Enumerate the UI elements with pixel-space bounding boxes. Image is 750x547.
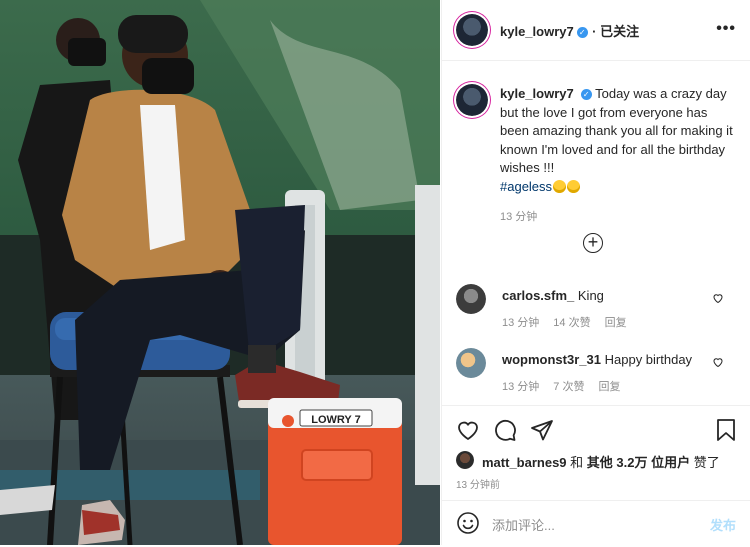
post-timestamp: 13 分钟前 — [456, 480, 500, 491]
post-actions: matt_barnes9 和 其他 3.2万 位用户 赞了 13 分钟前 添加评… — [442, 405, 750, 546]
add-comment-bar: 添加评论... 发布 — [442, 500, 750, 547]
post-comment-button[interactable]: 发布 — [710, 515, 736, 534]
comment-body: wopmonst3r_31 Happy birthday — [502, 352, 712, 367]
post-photo[interactable]: LOWRY 7 — [0, 0, 440, 545]
instagram-post: LOWRY 7 kyle_lowry7 ✓ · 已关注 ••• kyle_lowr… — [0, 0, 750, 545]
liker-username[interactable]: matt_barnes9 — [482, 455, 567, 470]
author-avatar[interactable] — [456, 14, 488, 46]
post-header: kyle_lowry7 ✓ · 已关注 ••• — [442, 0, 750, 61]
comment-bubble-icon[interactable] — [493, 418, 517, 442]
comment-like-heart-icon[interactable] — [712, 356, 724, 368]
likes-connector: 和 — [566, 455, 587, 470]
comment-meta: 13 分钟 14 次赞 回复 — [502, 314, 641, 330]
post-caption: kyle_lowry7 ✓ Today was a crazy day but t… — [500, 85, 738, 227]
liker-avatar[interactable] — [456, 451, 474, 469]
comment-body: carlos.sfm_ King — [502, 288, 712, 303]
follow-status-button[interactable]: · 已关注 — [592, 24, 639, 39]
photo-illustration: LOWRY 7 — [0, 0, 440, 545]
commenter-avatar[interactable] — [456, 348, 486, 378]
comment-time: 13 分钟 — [502, 381, 540, 393]
save-bookmark-icon[interactable] — [715, 418, 737, 442]
likes-suffix: 赞了 — [690, 455, 720, 470]
comment-time: 13 分钟 — [502, 317, 540, 329]
caption-timestamp: 13 分钟 — [500, 211, 538, 223]
comment-text: Happy birthday — [604, 352, 693, 367]
hashtag-link[interactable]: #ageless — [500, 179, 552, 194]
post-sidebar: kyle_lowry7 ✓ · 已关注 ••• kyle_lowry7 ✓ Toda… — [441, 0, 750, 545]
comment-item: wopmonst3r_31 Happy birthday 13 分钟 7 次赞 回复 — [442, 348, 750, 408]
share-paper-plane-icon[interactable] — [530, 418, 554, 442]
author-line: kyle_lowry7 ✓ · 已关注 — [500, 21, 639, 41]
load-more-comments-icon[interactable]: + — [583, 233, 603, 253]
caption-username[interactable]: kyle_lowry7 — [500, 86, 574, 101]
commenter-avatar[interactable] — [456, 284, 486, 314]
add-comment-input[interactable]: 添加评论... — [492, 515, 555, 534]
likes-summary: matt_barnes9 和 其他 3.2万 位用户 赞了 — [482, 452, 720, 471]
comment-meta: 13 分钟 7 次赞 回复 — [502, 378, 634, 394]
like-heart-icon[interactable] — [456, 418, 480, 442]
emoji-smiley-icon[interactable] — [456, 511, 480, 535]
author-username[interactable]: kyle_lowry7 — [500, 24, 574, 39]
comment-likes-link[interactable]: 14 次赞 — [553, 317, 590, 329]
verified-badge-icon: ✓ — [576, 27, 588, 38]
likes-count-link[interactable]: 其他 3.2万 位用户 — [587, 455, 690, 470]
comment-text: King — [577, 288, 604, 303]
caption-avatar[interactable] — [456, 84, 488, 116]
verified-badge-icon: ✓ — [580, 89, 592, 100]
grin-sweat-emoji-icon — [553, 179, 567, 193]
comment-reply-button[interactable]: 回复 — [598, 381, 620, 393]
commenter-username[interactable]: carlos.sfm_ — [502, 288, 574, 303]
comment-item: carlos.sfm_ King 13 分钟 14 次赞 回复 — [442, 284, 750, 344]
more-options-icon[interactable]: ••• — [716, 20, 736, 38]
cooler-label: LOWRY 7 — [311, 414, 361, 426]
commenter-username[interactable]: wopmonst3r_31 — [502, 352, 601, 367]
grin-sweat-emoji-icon — [567, 179, 581, 193]
comment-likes-link[interactable]: 7 次赞 — [553, 381, 584, 393]
comment-like-heart-icon[interactable] — [712, 292, 724, 304]
comment-reply-button[interactable]: 回复 — [605, 317, 627, 329]
